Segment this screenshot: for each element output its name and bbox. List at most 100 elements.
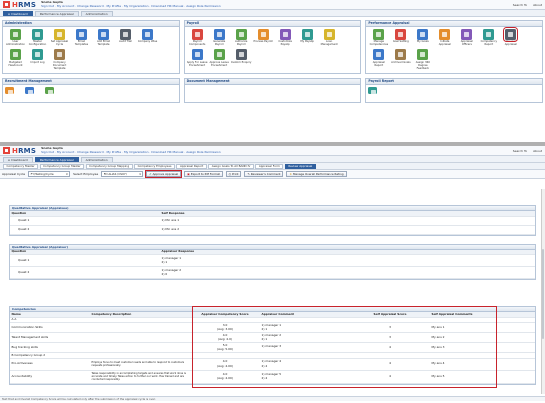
hrms-logo[interactable]: HRMS bbox=[12, 1, 36, 9]
comment-icon: ✎ bbox=[247, 172, 250, 176]
menu-assign-360-feedback[interactable]: Assign 360 Degree Feedback bbox=[412, 48, 433, 70]
home-icon: ⌂ bbox=[8, 11, 10, 16]
panel-administration: Administration User Administration Maste… bbox=[2, 20, 180, 75]
loan-icon bbox=[323, 28, 335, 40]
employee-select[interactable]: FD ALIAS (CS07) ▾ bbox=[101, 171, 144, 177]
menu-company-document-template[interactable]: Company Document Template bbox=[49, 48, 70, 70]
employee-label: Select Employee bbox=[73, 172, 99, 176]
hrms-logo-icon bbox=[3, 1, 10, 8]
feedback-icon bbox=[417, 48, 429, 60]
question: Quest 2 bbox=[18, 227, 30, 231]
target-icon bbox=[395, 28, 407, 40]
tab-performance-appraisal[interactable]: Performance Appraisal bbox=[34, 10, 79, 16]
table-row: Quest 2 1) manager 2 2) 0 bbox=[10, 267, 535, 279]
subtab-competency-master[interactable]: Competency Master bbox=[3, 163, 39, 169]
vertical-scrollbar[interactable] bbox=[541, 189, 545, 394]
menu-generate-payroll[interactable]: Generate Payroll bbox=[209, 28, 230, 46]
subtab-competency-group-mapping[interactable]: Competency Group Mapping bbox=[85, 163, 133, 169]
report-icon bbox=[368, 86, 378, 95]
subtab-appraisal-report[interactable]: Appraisal Report bbox=[176, 163, 207, 169]
menu-master-configuration[interactable]: Master Configuration bbox=[27, 28, 48, 46]
dashboard-grid: Administration User Administration Maste… bbox=[0, 17, 545, 104]
menu-goal-setting[interactable]: Goal Setting bbox=[390, 28, 411, 47]
menu-customize-payslip[interactable]: Customize Payslip bbox=[275, 28, 296, 46]
appraisal-cycle-select[interactable]: FY(Testing)Cycle ▾ bbox=[28, 171, 71, 177]
subtab-assign-goals[interactable]: Assign Goals To All BAND IV bbox=[208, 163, 254, 169]
menu-review-appraisal[interactable]: Review Appraisal bbox=[500, 26, 521, 46]
menu-authorize-payroll[interactable]: Authorize Payroll bbox=[231, 28, 252, 46]
menu-audit-trail[interactable]: Audit Trail bbox=[115, 28, 136, 47]
header-bar: HRMS Sneha Gupta Sign Out · My Account ·… bbox=[0, 146, 545, 156]
menu-user-administration[interactable]: User Administration bbox=[5, 28, 26, 46]
menu-competency-report[interactable]: Competency Report bbox=[478, 28, 499, 46]
account-links[interactable]: Sign Out · My Account · Change Password … bbox=[41, 4, 221, 9]
header-bar: HRMS Sneha Gupta Sign Out · My Account ·… bbox=[0, 0, 545, 10]
bottom-window: HRMS Sneha Gupta Sign Out · My Account ·… bbox=[0, 146, 545, 403]
budget-icon bbox=[10, 48, 21, 60]
col-description: Competency Description bbox=[91, 312, 132, 316]
recruit-icon bbox=[25, 86, 34, 95]
tab-dashboard[interactable]: ⌂ Dashboard bbox=[3, 156, 33, 162]
initiate-icon bbox=[439, 28, 451, 40]
subtab-competency-group-master[interactable]: Competency Group Master bbox=[39, 163, 85, 169]
menu-initiate-appraisal[interactable]: Initiate Appraisal bbox=[434, 28, 455, 46]
menu-archived-goals[interactable]: Archived Goals bbox=[390, 48, 411, 70]
review-toolbar: Appraisal Cycle FY(Testing)Cycle ▾ Select… bbox=[0, 170, 545, 179]
overall-rating-button[interactable]: ★ Manage Overall Performance Rating bbox=[286, 171, 347, 177]
tab-administration[interactable]: Administration bbox=[80, 10, 113, 16]
menu-custom-enquiry[interactable]: Custom Enquiry bbox=[231, 48, 252, 67]
menu-apply-leave-encashment[interactable]: Apply For Leave Encashment bbox=[187, 48, 208, 67]
about-link[interactable]: About bbox=[533, 3, 542, 7]
menu-process-payroll[interactable]: Process Payroll bbox=[253, 28, 274, 47]
menu-approve-leave-encashment[interactable]: Approve Leave Encashment bbox=[209, 48, 230, 67]
menu-manage-competencies[interactable]: Manage Competencies bbox=[368, 28, 389, 46]
menu-import-log[interactable]: Import Log bbox=[27, 48, 48, 70]
generate-icon bbox=[213, 28, 225, 40]
hrms-logo-icon bbox=[3, 147, 10, 154]
menu-set-appraisal-cycle[interactable]: Set Appraisal Cycle bbox=[49, 28, 70, 46]
subtab-review-appraisal[interactable]: Review Appraisal bbox=[284, 163, 316, 169]
menu-loan-management[interactable]: Loan Management bbox=[319, 28, 340, 46]
audit-icon bbox=[120, 28, 131, 40]
menu-add-email-template[interactable]: Add Email Template bbox=[93, 28, 114, 46]
col-question: Question bbox=[11, 249, 27, 253]
menu-my-goals[interactable]: My Goals bbox=[412, 28, 433, 47]
components-icon bbox=[191, 28, 203, 40]
menu-email-templates[interactable]: Email Templates bbox=[71, 28, 92, 46]
menu-company-wise[interactable]: Company Wise bbox=[137, 28, 158, 47]
hrms-logo[interactable]: HRMS bbox=[12, 147, 36, 155]
menu-budgeted-headcount[interactable]: Budgeted Headcount bbox=[5, 48, 26, 70]
subtab-appraisal-form[interactable]: Appraisal Form bbox=[255, 163, 284, 169]
search-link[interactable]: Search To bbox=[513, 3, 527, 7]
approve-appraisal-button[interactable]: ✔ Approve Appraisal bbox=[145, 170, 183, 178]
recruit-icon bbox=[45, 86, 54, 95]
tab-dashboard[interactable]: ⌂ Dashboard bbox=[3, 10, 33, 16]
menu-appraisal-officers[interactable]: Appraisal Officers bbox=[456, 28, 477, 46]
highlight-box bbox=[192, 306, 497, 388]
review-icon bbox=[503, 26, 519, 42]
enquiry-icon bbox=[235, 48, 247, 60]
tab-administration[interactable]: Administration bbox=[80, 156, 113, 162]
check-icon: ✔ bbox=[149, 172, 152, 176]
apply-icon bbox=[191, 48, 203, 60]
scrollbar-thumb[interactable] bbox=[541, 249, 545, 339]
search-link[interactable]: Search To bbox=[513, 149, 527, 153]
menu-appraisal-report[interactable]: Appraisal Report bbox=[368, 48, 389, 70]
chevron-down-icon: ▾ bbox=[139, 172, 141, 176]
star-icon: ★ bbox=[289, 172, 292, 176]
account-links[interactable]: Sign Out · My Account · Change Password … bbox=[41, 150, 221, 155]
top-right-links: Search To About bbox=[513, 149, 542, 153]
process-icon bbox=[257, 28, 269, 40]
menu-payroll-components[interactable]: Payroll Components bbox=[187, 28, 208, 46]
reviewer-comment-button[interactable]: ✎ Reviewer's Comment bbox=[244, 171, 284, 177]
status-bar: Text that and Overall Competency Score w… bbox=[0, 396, 545, 401]
about-link[interactable]: About bbox=[533, 149, 542, 153]
menu-my-payslip[interactable]: My Payslip bbox=[297, 28, 318, 47]
col-self-response: Self Response bbox=[161, 211, 185, 215]
tab-performance-appraisal[interactable]: Performance Appraisal bbox=[34, 156, 79, 162]
print-button[interactable]: ⎙ Print bbox=[225, 171, 242, 177]
report-icon bbox=[483, 28, 495, 40]
home-icon: ⌂ bbox=[8, 157, 10, 162]
export-pdf-button[interactable]: ▣ Export to Pdf Format bbox=[184, 171, 223, 177]
subtab-competency-employees[interactable]: Competency Employees bbox=[134, 163, 175, 169]
